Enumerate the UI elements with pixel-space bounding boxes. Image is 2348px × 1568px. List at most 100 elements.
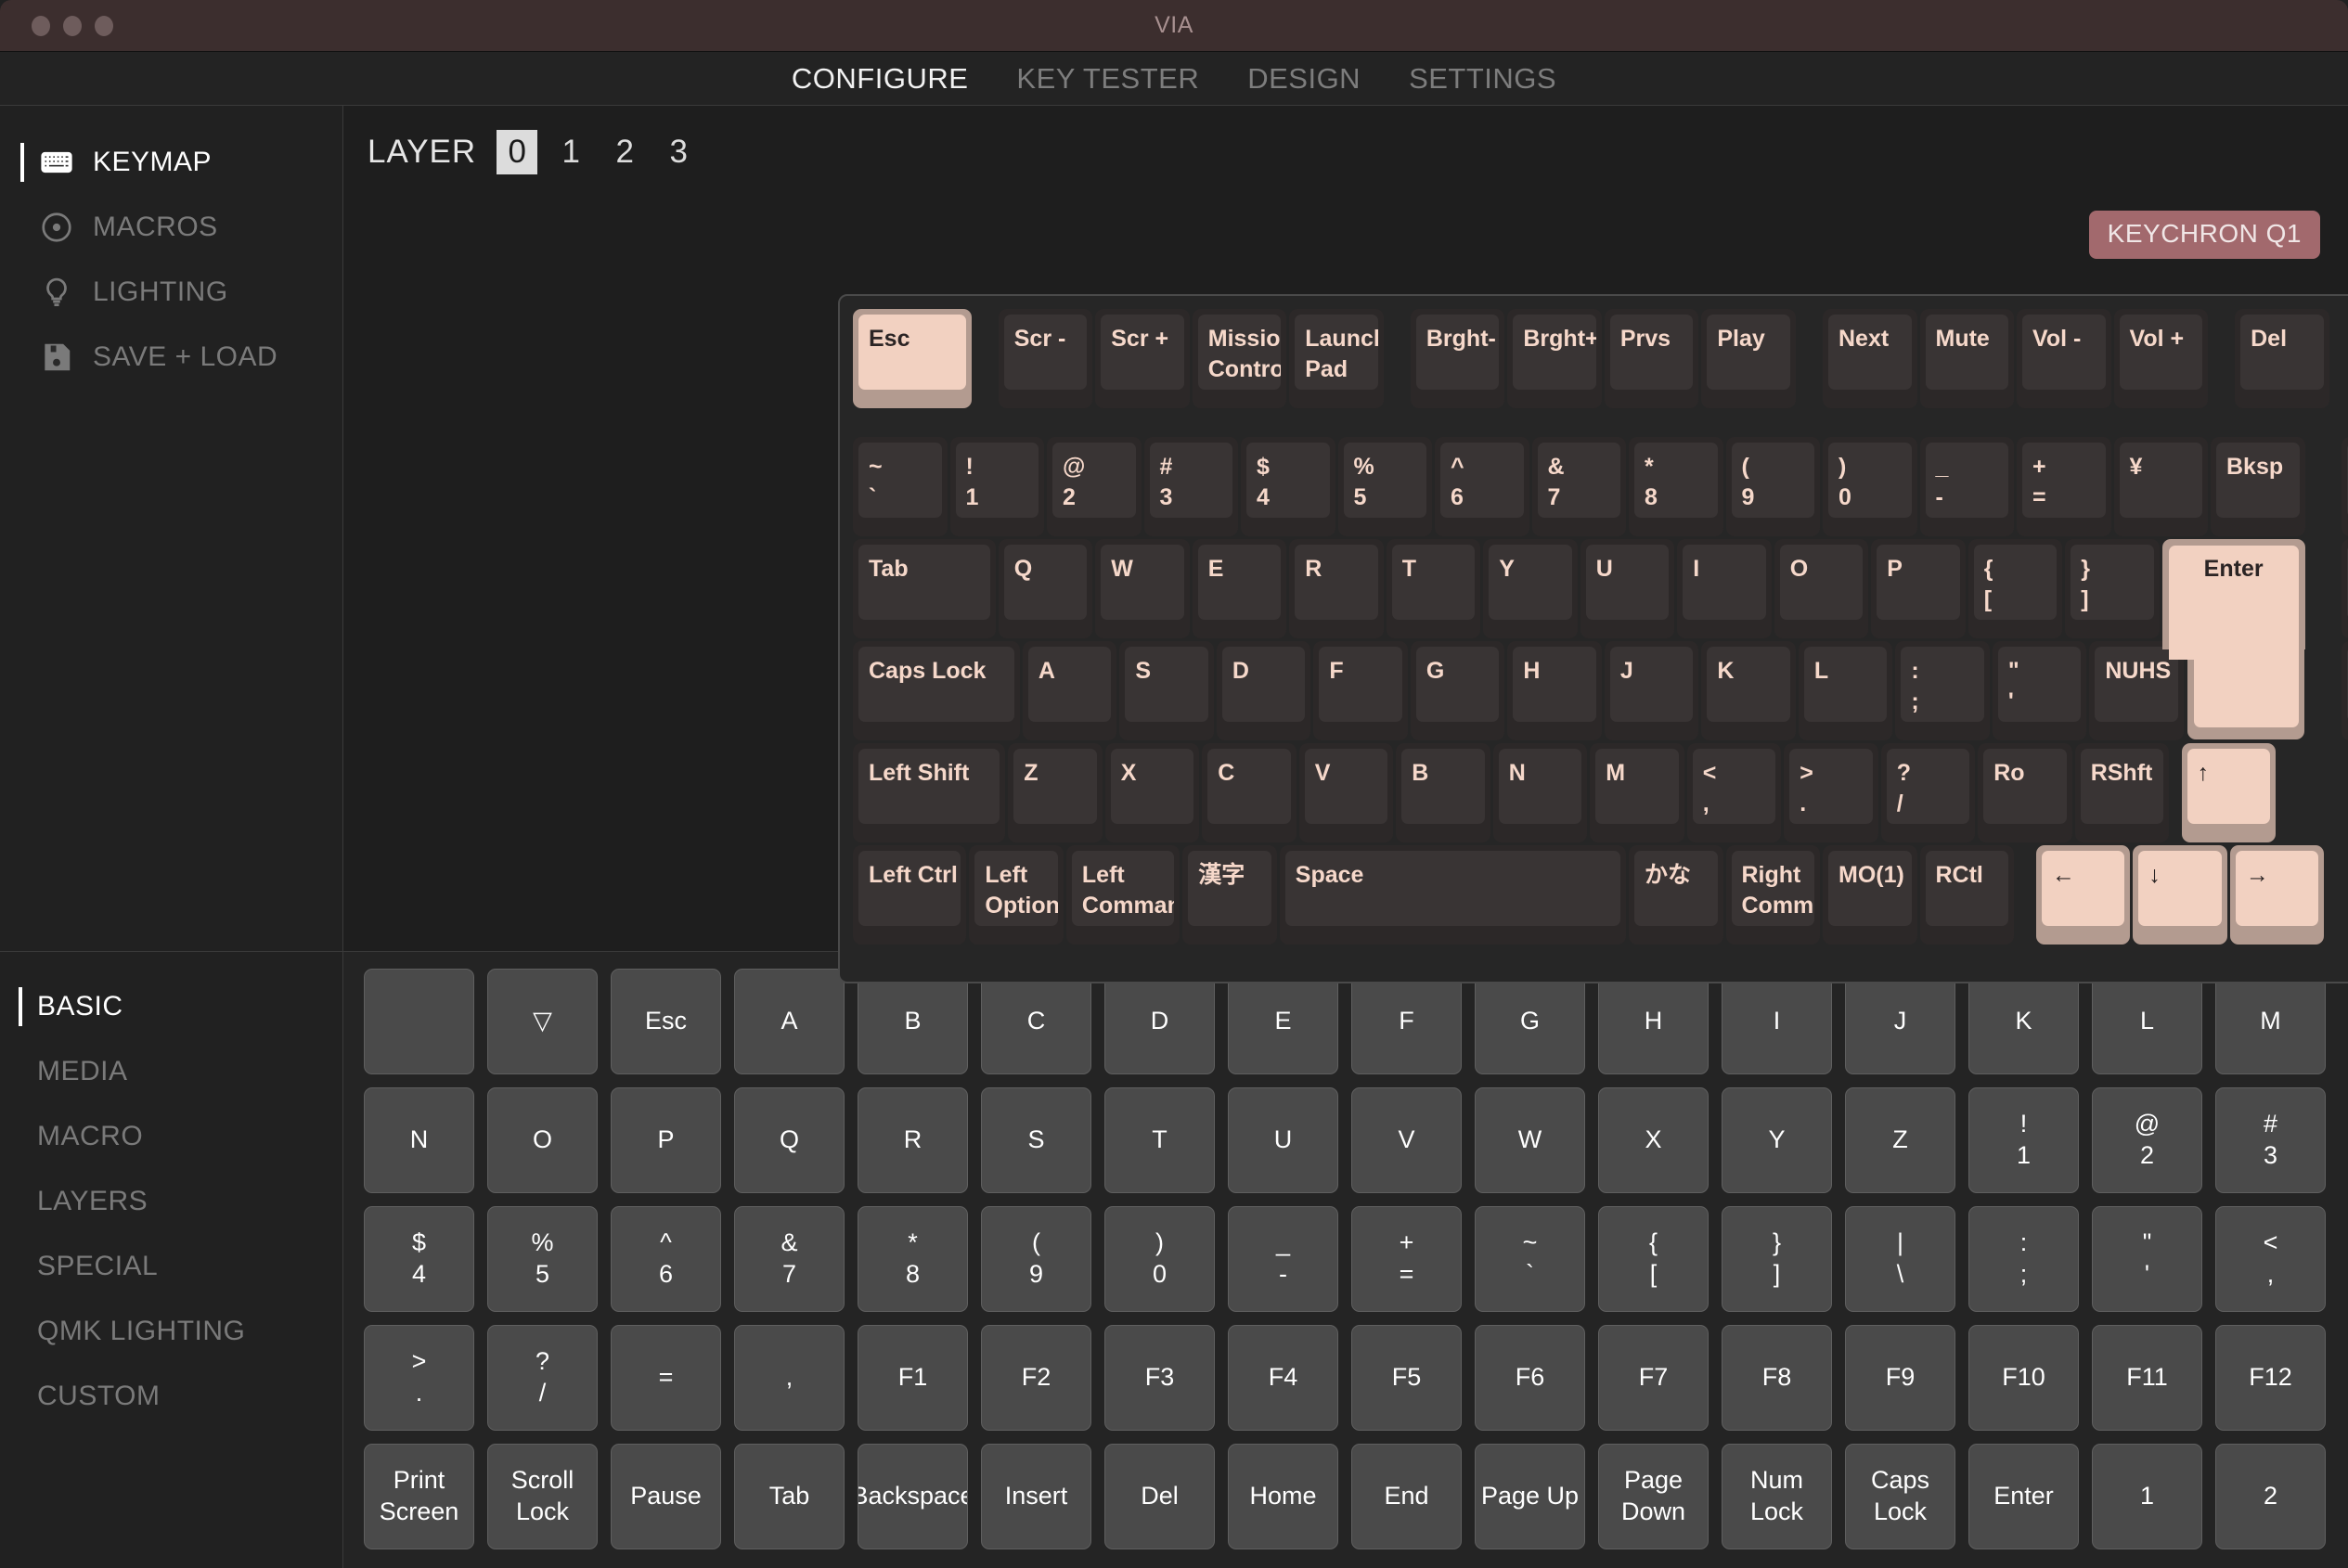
palette-key[interactable]: " ' [2092, 1206, 2202, 1312]
palette-key[interactable]: _ - [1228, 1206, 1338, 1312]
palette-key[interactable]: Backspace [858, 1444, 968, 1549]
keyboard-key[interactable]: {[ [1967, 538, 2063, 638]
palette-key[interactable]: @2 [2092, 1087, 2202, 1193]
keyboard-key[interactable]: S [1119, 640, 1214, 740]
keyboard-key[interactable]: F [1313, 640, 1408, 740]
keyboard-key[interactable]: :; [1895, 640, 1990, 740]
palette-key[interactable] [364, 969, 474, 1074]
palette-key[interactable]: <, [2215, 1206, 2326, 1312]
palette-key[interactable]: P [611, 1087, 721, 1193]
sidebar-item-save-load[interactable]: SAVE + LOAD [0, 325, 342, 390]
palette-key[interactable]: Enter [1968, 1444, 2079, 1549]
layer-button-3[interactable]: 3 [658, 130, 699, 174]
keyboard-key[interactable]: Caps Lock [853, 640, 1020, 740]
palette-key[interactable]: O [487, 1087, 598, 1193]
palette-key[interactable]: W [1475, 1087, 1585, 1193]
palette-key[interactable]: I [1722, 969, 1832, 1074]
keyboard-key[interactable]: Tab [853, 538, 996, 638]
keyboard-key[interactable]: ↑ [2181, 742, 2277, 842]
palette-key[interactable]: ) 0 [1104, 1206, 1215, 1312]
keyboard-key[interactable]: Brght- [1410, 309, 1505, 408]
keyboard-key[interactable]: >. [1784, 742, 1878, 842]
palette-key[interactable]: F2 [981, 1325, 1091, 1431]
tab-configure[interactable]: CONFIGURE [792, 62, 969, 96]
palette-key[interactable]: G [1475, 969, 1585, 1074]
palette-key[interactable]: Home [1228, 1444, 1338, 1549]
palette-key[interactable]: , [734, 1325, 845, 1431]
keyboard-key[interactable]: Scr - [998, 309, 1093, 408]
keyboard-key[interactable]: M [1590, 742, 1684, 842]
keyboard-key[interactable]: Left Command [1065, 844, 1180, 945]
palette-key[interactable]: Caps Lock [1845, 1444, 1955, 1549]
keyboard-key[interactable]: ? / [1880, 742, 1976, 842]
keycode-category-layers[interactable]: LAYERS [0, 1169, 342, 1234]
palette-key[interactable]: Del [1104, 1444, 1215, 1549]
palette-key[interactable]: Pause [611, 1444, 721, 1549]
keyboard-key[interactable]: Mute [1919, 309, 2014, 408]
palette-key[interactable]: {[ [1598, 1206, 1709, 1312]
palette-key[interactable]: = [611, 1325, 721, 1431]
keyboard-key[interactable]: B [1396, 742, 1490, 842]
keyboard-key[interactable]: @2 [1047, 436, 1142, 536]
keyboard-key[interactable]: W [1095, 538, 1190, 638]
palette-key[interactable]: K [1968, 969, 2079, 1074]
keyboard-key[interactable]: H [1507, 640, 1602, 740]
keyboard-key[interactable]: Home [2342, 640, 2348, 740]
palette-key[interactable]: Z [1845, 1087, 1955, 1193]
keyboard-key[interactable]: ← [2035, 844, 2131, 945]
keyboard-key[interactable]: _ - [1919, 436, 2014, 536]
palette-key[interactable]: F7 [1598, 1325, 1709, 1431]
palette-key[interactable]: M [2215, 969, 2326, 1074]
palette-key[interactable]: #3 [2215, 1087, 2326, 1193]
keyboard-key[interactable]: Left Shift [853, 742, 1006, 842]
palette-key[interactable]: }] [1722, 1206, 1832, 1312]
tab-settings[interactable]: SETTINGS [1409, 62, 1556, 96]
palette-key[interactable]: C [981, 969, 1091, 1074]
sidebar-item-macros[interactable]: MACROS [0, 195, 342, 260]
palette-key[interactable]: J [1845, 969, 1955, 1074]
keyboard-key[interactable]: }] [2065, 538, 2160, 638]
palette-key[interactable]: F3 [1104, 1325, 1215, 1431]
palette-key[interactable]: N [364, 1087, 474, 1193]
keyboard-key[interactable]: % 5 [1337, 436, 1432, 536]
palette-key[interactable]: D [1104, 969, 1215, 1074]
sidebar-item-lighting[interactable]: LIGHTING [0, 260, 342, 325]
keyboard-key[interactable]: ↓ [2133, 844, 2227, 945]
palette-key[interactable]: B [858, 969, 968, 1074]
palette-key[interactable]: ▽ [487, 969, 598, 1074]
palette-key[interactable]: ~ ` [1475, 1206, 1585, 1312]
keyboard-key[interactable]: PgUp [2342, 436, 2348, 536]
keyboard-key[interactable]: かな [1629, 844, 1723, 945]
keyboard-key[interactable]: Ro [1978, 742, 2072, 842]
keycode-category-basic[interactable]: BASIC [0, 974, 342, 1039]
palette-key[interactable]: :; [1968, 1206, 2079, 1312]
keyboard-key[interactable]: " ' [1992, 640, 2087, 740]
keyboard-key[interactable]: ! 1 [949, 436, 1044, 536]
keyboard-key[interactable]: X [1104, 742, 1200, 842]
palette-key[interactable]: Scroll Lock [487, 1444, 598, 1549]
keyboard-key[interactable]: Space [1279, 844, 1626, 945]
keyboard-key[interactable]: A [1022, 640, 1117, 740]
keyboard-key[interactable]: Left Ctrl [853, 844, 967, 945]
keyboard-key[interactable]: Brght+ [1507, 309, 1602, 408]
palette-key[interactable]: F10 [1968, 1325, 2079, 1431]
keyboard-key[interactable]: I [1677, 538, 1772, 638]
layer-button-2[interactable]: 2 [604, 130, 645, 174]
keycode-category-custom[interactable]: CUSTOM [0, 1364, 342, 1429]
palette-key[interactable]: 2 [2215, 1444, 2326, 1549]
palette-key[interactable]: T [1104, 1087, 1215, 1193]
keyboard-key[interactable]: Bksp [2211, 436, 2305, 536]
keyboard-key[interactable]: RShft [2074, 742, 2170, 842]
palette-key[interactable]: F5 [1351, 1325, 1462, 1431]
palette-key[interactable]: F [1351, 969, 1462, 1074]
palette-key[interactable]: ^ 6 [611, 1206, 721, 1312]
keyboard-key[interactable]: K [1701, 640, 1796, 740]
palette-key[interactable]: * 8 [858, 1206, 968, 1312]
palette-key[interactable]: Page Down [1598, 1444, 1709, 1549]
palette-key[interactable]: % 5 [487, 1206, 598, 1312]
keyboard-key[interactable]: Z [1008, 742, 1103, 842]
keyboard-key[interactable]: Esc [853, 309, 972, 408]
palette-key[interactable]: F11 [2092, 1325, 2202, 1431]
keyboard-key[interactable]: V [1298, 742, 1394, 842]
keyboard-key[interactable]: Play [1701, 309, 1796, 408]
